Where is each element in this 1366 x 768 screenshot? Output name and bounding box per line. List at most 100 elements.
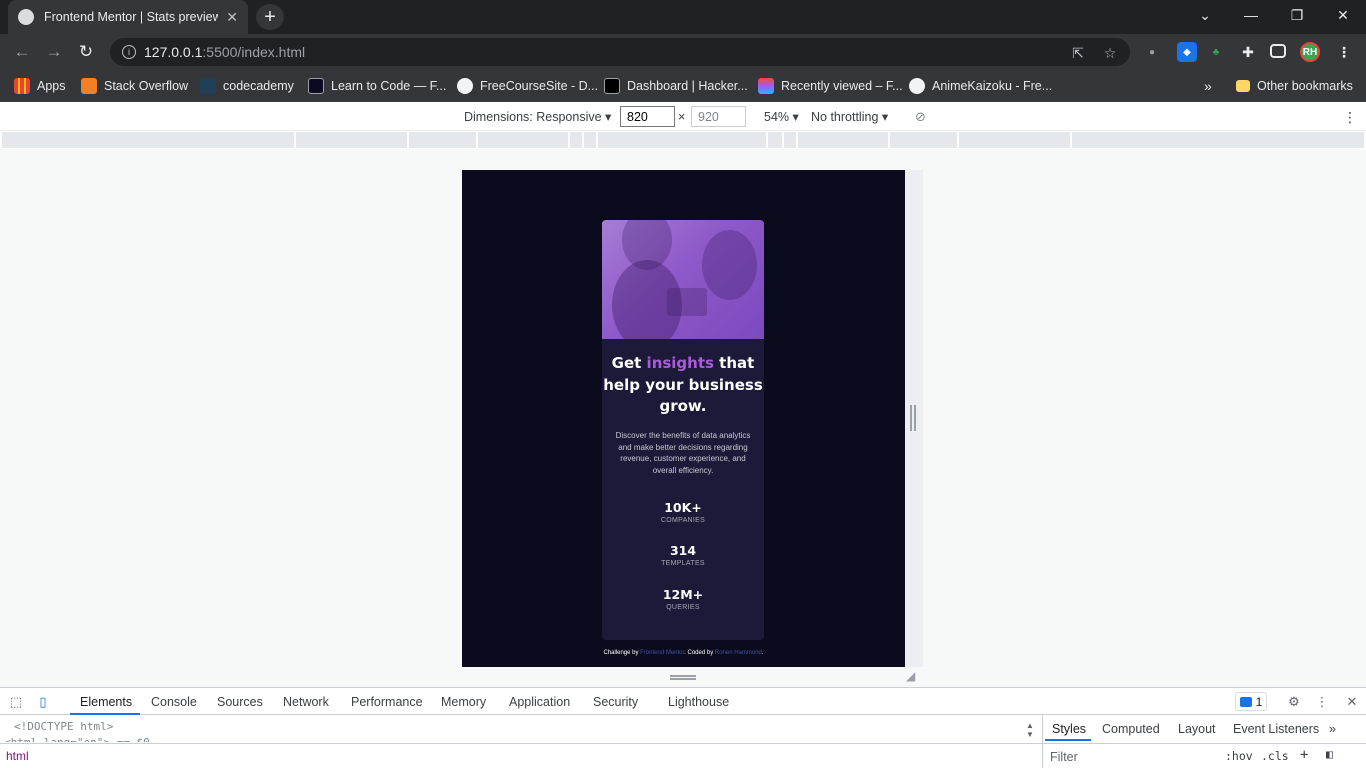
tab-application[interactable]: Application [509,695,570,709]
tab-security[interactable]: Security [593,695,638,709]
extensions-icon[interactable]: ✚ [1238,42,1258,62]
dom-line-html[interactable]: <html lang="en"> == $0 [4,736,150,742]
extension-puzzle-blue-icon[interactable]: ◆ [1177,42,1197,62]
cls-toggle[interactable]: .cls [1261,749,1289,763]
tab-lighthouse[interactable]: Lighthouse [668,695,729,709]
message-icon [1239,696,1252,707]
throttling-label: No throttling [811,110,879,124]
device-toggle-icon[interactable]: ▯ [34,693,52,711]
animekaizoku-icon [909,78,925,94]
minimize-button[interactable]: — [1228,0,1274,30]
close-tab-icon[interactable]: ✕ [226,9,238,26]
tab-sources[interactable]: Sources [217,695,263,709]
breadcrumb-html[interactable]: html [6,749,29,763]
other-bookmarks[interactable]: Other bookmarks [1236,76,1353,96]
frontend-mentor-link[interactable]: Frontend Mentor [640,650,684,656]
media-query-segment[interactable] [959,132,1070,148]
figma-icon [758,78,774,94]
side-panel-icon[interactable] [1270,44,1286,58]
media-query-bar [0,131,1366,149]
dimensions-dropdown[interactable]: Dimensions: Responsive ▾ [464,109,611,124]
tab-search-icon[interactable]: ⌄ [1182,0,1228,30]
media-query-segment[interactable] [584,132,596,148]
new-style-rule-icon[interactable]: + [1300,747,1308,763]
browser-tab-active[interactable]: Frontend Mentor | Stats preview c ✕ [8,0,248,34]
reload-icon[interactable]: ↻ [74,40,98,64]
author-link[interactable]: Ronen Hammond [715,650,762,656]
tab-memory[interactable]: Memory [441,695,486,709]
profile-avatar[interactable]: RH [1300,42,1320,62]
tab-console[interactable]: Console [151,695,197,709]
bookmark-hackerrank[interactable]: Dashboard | Hacker... [604,76,748,96]
browser-menu-icon[interactable]: ⋮ [1334,42,1354,62]
more-tabs-button[interactable]: » [1329,722,1336,736]
new-tab-button[interactable]: + [256,4,284,30]
stat-templates: 314 TEMPLATES [602,543,764,567]
viewport-height-input[interactable] [691,106,746,127]
bookmark-star-icon[interactable]: ☆ [1102,45,1118,61]
attribution: Challenge by Frontend Mentor. Coded by R… [462,650,905,656]
bookmark-apps[interactable]: Apps [14,76,66,96]
close-devtools-icon[interactable]: ✕ [1343,693,1361,711]
tab-computed[interactable]: Computed [1102,722,1160,736]
device-toolbar-menu-icon[interactable]: ⋮ [1343,109,1357,126]
media-query-segment[interactable] [890,132,957,148]
zoom-dropdown[interactable]: 54% ▾ [764,109,799,124]
media-query-segment[interactable] [2,132,294,148]
dom-line-doctype[interactable]: <!DOCTYPE html> [14,720,113,733]
devtools-menu-icon[interactable]: ⋮ [1313,693,1331,711]
media-query-segment[interactable] [784,132,796,148]
media-query-segment[interactable] [296,132,407,148]
stat-label: TEMPLATES [661,560,705,567]
media-query-segment[interactable] [798,132,888,148]
bookmark-label: Dashboard | Hacker... [627,79,748,93]
rotate-icon[interactable]: ⊘ [915,109,926,125]
bookmark-codecademy[interactable]: codecademy [200,76,294,96]
extension-mouse-icon[interactable]: ● [1142,42,1162,62]
bookmark-stackoverflow[interactable]: Stack Overflow [81,76,188,96]
restore-button[interactable]: ❐ [1274,0,1320,30]
media-query-segment[interactable] [598,132,766,148]
toggle-sidebar-icon[interactable]: ◧ [1326,747,1333,761]
stat-label: COMPANIES [660,517,706,524]
browser-toolbar: ← → ↻ i 127.0.0.1:5500/index.html ⇱ ☆ ● … [0,34,1366,70]
media-query-segment[interactable] [478,132,568,148]
hackerrank-icon [604,78,620,94]
hov-toggle[interactable]: :hov [1225,749,1253,763]
resize-handle-right[interactable] [910,405,916,431]
tab-performance[interactable]: Performance [351,695,423,709]
bookmark-figma[interactable]: Recently viewed – F... [758,76,903,96]
close-window-button[interactable]: ✕ [1320,0,1366,30]
filter-input[interactable]: Filter [1050,750,1078,764]
bookmark-animekaizoku[interactable]: AnimeKaizoku - Fre... [909,76,1052,96]
issues-badge[interactable]: 1 [1235,692,1267,711]
address-bar[interactable]: i 127.0.0.1:5500/index.html ⇱ ☆ [110,38,1130,66]
throttling-dropdown[interactable]: No throttling ▾ [811,109,888,124]
media-query-segment[interactable] [409,132,476,148]
dimensions-label: Dimensions: Responsive [464,110,602,124]
media-query-segment[interactable] [570,132,582,148]
share-icon[interactable]: ⇱ [1070,45,1086,61]
viewport-width-input[interactable] [620,106,675,127]
inspect-element-icon[interactable]: ⬚ [7,693,25,711]
resize-corner-icon[interactable]: ◢ [906,669,915,683]
media-query-segment[interactable] [768,132,782,148]
stat-companies: 10K+ COMPANIES [602,500,764,524]
back-arrow-icon[interactable]: ← [10,40,34,64]
tab-network[interactable]: Network [283,695,329,709]
bookmarks-overflow-button[interactable]: » [1204,76,1212,96]
extension-tree-icon[interactable]: ♣ [1206,42,1226,62]
settings-gear-icon[interactable]: ⚙ [1285,693,1303,711]
bookmark-freecodecamp[interactable]: Learn to Code — F... [308,76,446,96]
tab-layout[interactable]: Layout [1178,722,1216,736]
media-query-segment[interactable] [1072,132,1364,148]
bookmark-freecoursesite[interactable]: FreeCourseSite - D... [457,76,598,96]
apps-grid-icon [14,78,30,94]
tab-styles[interactable]: Styles [1052,722,1086,736]
resize-handle-bottom[interactable] [670,675,696,680]
scroll-arrows[interactable]: ▲ ▼ [1026,721,1038,741]
forward-arrow-icon[interactable]: → [42,40,66,64]
tab-elements[interactable]: Elements [80,695,132,709]
site-info-icon[interactable]: i [122,45,136,59]
tab-event-listeners[interactable]: Event Listeners [1233,722,1319,736]
